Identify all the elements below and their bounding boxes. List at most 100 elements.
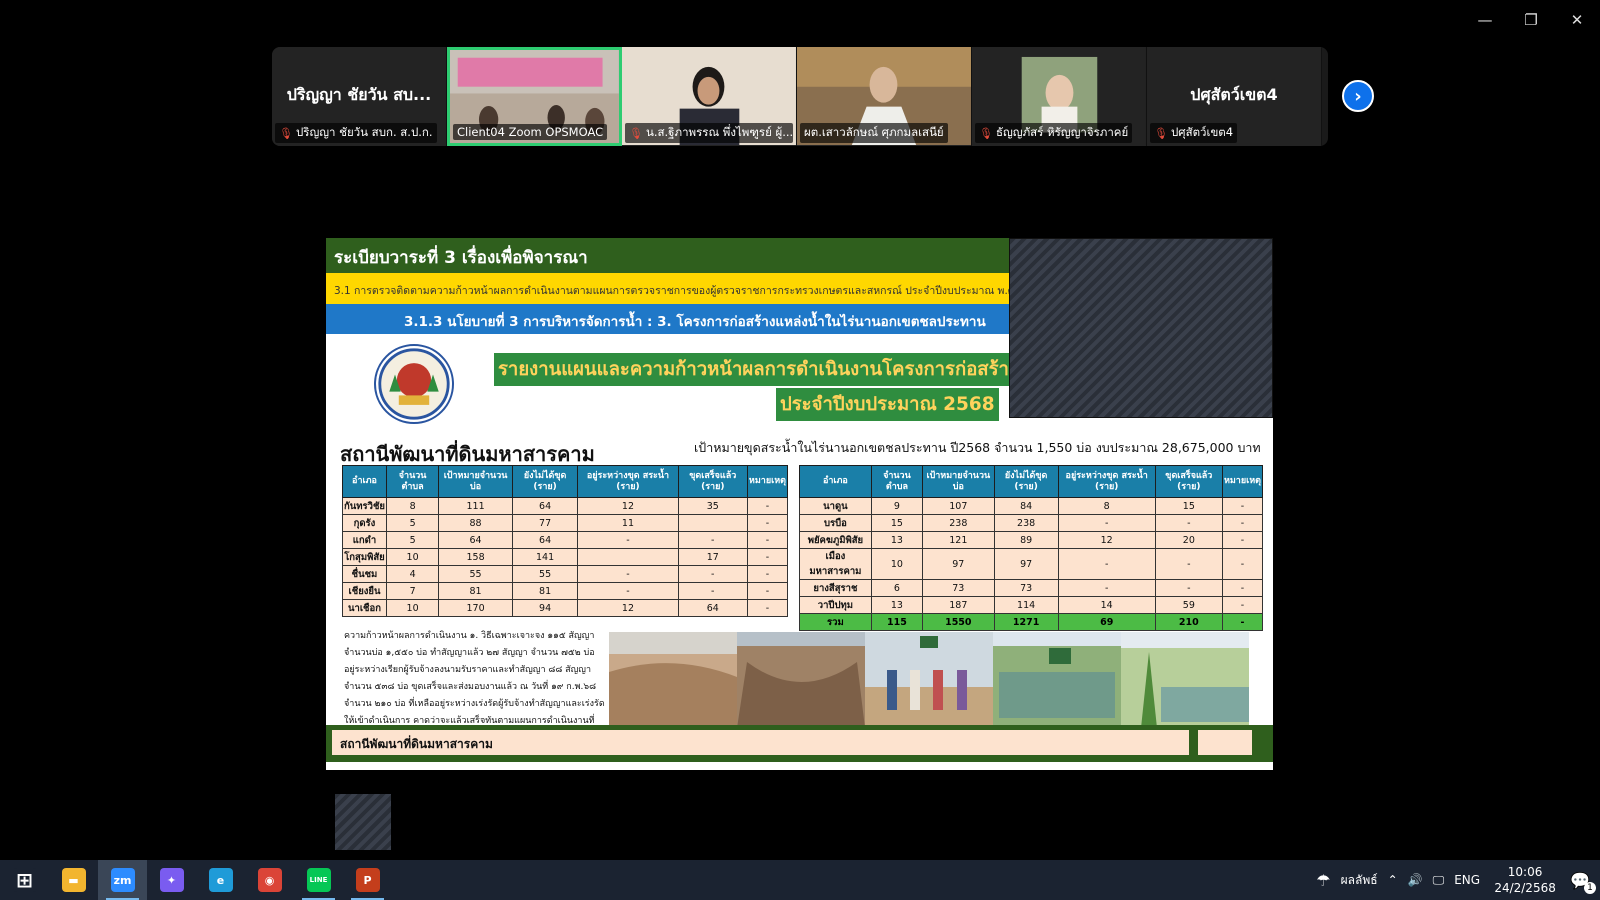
table-row: โกสุมพิสัย 10 158 141 17- [342,548,789,566]
gallery-next-icon[interactable]: › [1342,80,1374,112]
chevron-up-icon[interactable]: ⌃ [1388,873,1398,887]
table-cell: 10 [385,548,440,566]
table-cell: ชื่นชม [342,565,387,583]
language-indicator[interactable]: ENG [1454,873,1480,887]
table-header-cell: อำเภอ [342,465,387,498]
table-cell: 6 [870,579,924,597]
table-cell: - [1221,579,1264,597]
table-row: นาเชือก 10 170 94 12 64- [342,599,789,617]
table-cell: 5 [385,531,440,549]
table-row: บรบือ 15 238 238- - - [799,514,1264,532]
table-header-cell: อยู่ระหว่างขุด สระน้ำ (ราย) [577,465,679,498]
notification-count: 1 [1584,881,1596,894]
table-cell: - [1221,596,1264,614]
table-cell: 11 [577,514,679,532]
table-header-cell: หมายเหตุ [746,465,789,498]
table-cell: 238 [922,514,995,532]
table-cell: 64 [511,497,579,515]
table-header-cell: อำเภอ [799,465,872,498]
table-cell: - [746,531,789,549]
table-cell: 1271 [993,613,1059,631]
slide-footer: สถานีพัฒนาที่ดินมหาสารคาม [326,725,1273,762]
table-cell: 12 [1057,531,1156,549]
table-cell: 15 [870,514,924,532]
table-cell: - [1221,514,1264,532]
table-cell: 69 [1057,613,1156,631]
table-cell: - [677,582,748,600]
report-year: ประจำปีงบประมาณ 2568 [776,388,999,421]
table-cell: - [677,531,748,549]
table-cell: - [677,565,748,583]
site-photo [993,632,1121,728]
table-cell [577,548,679,566]
footer-label: สถานีพัฒนาที่ดินมหาสารคาม [332,730,1189,755]
table-header: อำเภอ จำนวน ตำบล เป้าหมายจำนวน บ่อ ยังไม่ได… [799,465,1264,498]
participant-tile[interactable]: 🎙 ธัญญภัสร์ หิรัญญาจิรภาคย์ [972,47,1147,146]
clock-time: 10:06 [1507,865,1543,879]
mic-muted-icon: 🎙 [979,126,993,140]
self-view-thumbnail[interactable] [335,794,391,850]
restore-button[interactable]: ❐ [1508,8,1554,32]
participant-tile[interactable]: 🎙 น.ส.ฐิภาพรรณ พึ่งไพฑูรย์ ผู้... [622,47,797,146]
table-cell: 187 [922,596,995,614]
minimize-button[interactable]: — [1462,8,1508,32]
clock[interactable]: 10:06 24/2/2568 [1490,864,1560,896]
participant-tile[interactable]: ผต.เสาวลักษณ์ ศุภกมลเสนีย์ [797,47,972,146]
table-cell: 20 [1154,531,1223,549]
file-explorer-icon: ▬ [61,868,86,892]
table-cell: - [577,582,679,600]
table-cell: - [1221,531,1264,549]
table-cell: ยางสีสุราช [799,579,872,597]
table-header-cell: ยังไม่ได้ขุด (ราย) [511,465,579,498]
start-icon: ⊞ [12,868,37,892]
volume-icon[interactable]: 🔊 [1408,873,1423,887]
participant-name: ปศุสัตว์เขต4 [1170,125,1234,139]
taskbar-chrome-button[interactable]: ◉ [245,860,294,900]
table-cell: 5 [385,514,440,532]
table-cell: - [577,531,679,549]
table-cell: 14 [1057,596,1156,614]
mic-muted-icon: 🎙 [279,126,293,140]
table-cell: - [1154,579,1223,597]
weather-icon[interactable]: ☂ [1316,871,1330,890]
report-title: รายงานแผนและความก้าวหน้าผลการดำเนินงานโค… [494,353,1090,386]
taskbar-zoom-button[interactable]: zm [98,860,147,900]
table-cell: 1550 [922,613,995,631]
ldd-logo-icon [374,344,454,424]
table-header-cell: เป้าหมายจำนวน บ่อ [922,465,995,498]
table-header: อำเภอ จำนวน ตำบล เป้าหมายจำนวน บ่อ ยังไม่ได… [342,465,789,498]
participant-name: ธัญญภัสร์ หิรัญญาจิรภาคย์ [995,125,1129,139]
table-cell: - [1057,514,1156,532]
participant-tile[interactable]: ปริญญา ชัยวัน สบ... 🎙 ปริญญา ชัยวัน สบก. … [272,47,447,146]
table-row: พยัคฆภูมิพิสัย 13 121 89 12 20- [799,531,1264,549]
taskbar: ⊞ ▬ zm ✦ e ◉ LINE P ☂ ผลลัพธ์ ⌃ 🔊 🖵 ENG 10:06 2… [0,860,1600,900]
site-photo [1121,632,1249,728]
table-cell: - [1154,514,1223,532]
network-icon[interactable]: 🖵 [1433,873,1445,888]
taskbar-edge-button[interactable]: e [196,860,245,900]
notification-icon[interactable]: 💬 1 [1570,871,1596,894]
table-cell: รวม [799,613,872,631]
table-cell: 107 [922,497,995,515]
taskbar-line-button[interactable]: LINE [294,860,343,900]
clock-date: 24/2/2568 [1494,881,1556,895]
system-tray: ☂ ผลลัพธ์ ⌃ 🔊 🖵 ENG 10:06 24/2/2568 💬 1 [1316,860,1600,900]
table-header-cell: หมายเหตุ [1221,465,1264,498]
chrome-icon: ◉ [257,868,282,892]
table-cell: 7 [385,582,440,600]
table-row: เมืองมหาสารคาม 10 97 97- - - [799,548,1264,580]
participant-tile[interactable]: Client04 Zoom OPSMOAC [447,47,622,146]
table-cell: วาปีปทุม [799,596,872,614]
close-button[interactable]: ✕ [1554,8,1600,32]
taskbar-start-button[interactable]: ⊞ [0,860,49,900]
table-cell: บรบือ [799,514,872,532]
taskbar-file-explorer-button[interactable]: ▬ [49,860,98,900]
tray-label[interactable]: ผลลัพธ์ [1341,871,1378,890]
table-cell [677,514,748,532]
site-photo [865,632,993,728]
participant-label: 🎙 ธัญญภัสร์ หิรัญญาจิรภาคย์ [975,123,1133,143]
participant-tile[interactable]: ปศุสัตว์เขต4 🎙 ปศุสัตว์เขต4 [1147,47,1322,146]
target-text: เป้าหมายขุดสระน้ำในไร่นานอกเขตชลประทาน ป… [694,440,1261,455]
taskbar-copilot-button[interactable]: ✦ [147,860,196,900]
taskbar-powerpoint-button[interactable]: P [343,860,392,900]
